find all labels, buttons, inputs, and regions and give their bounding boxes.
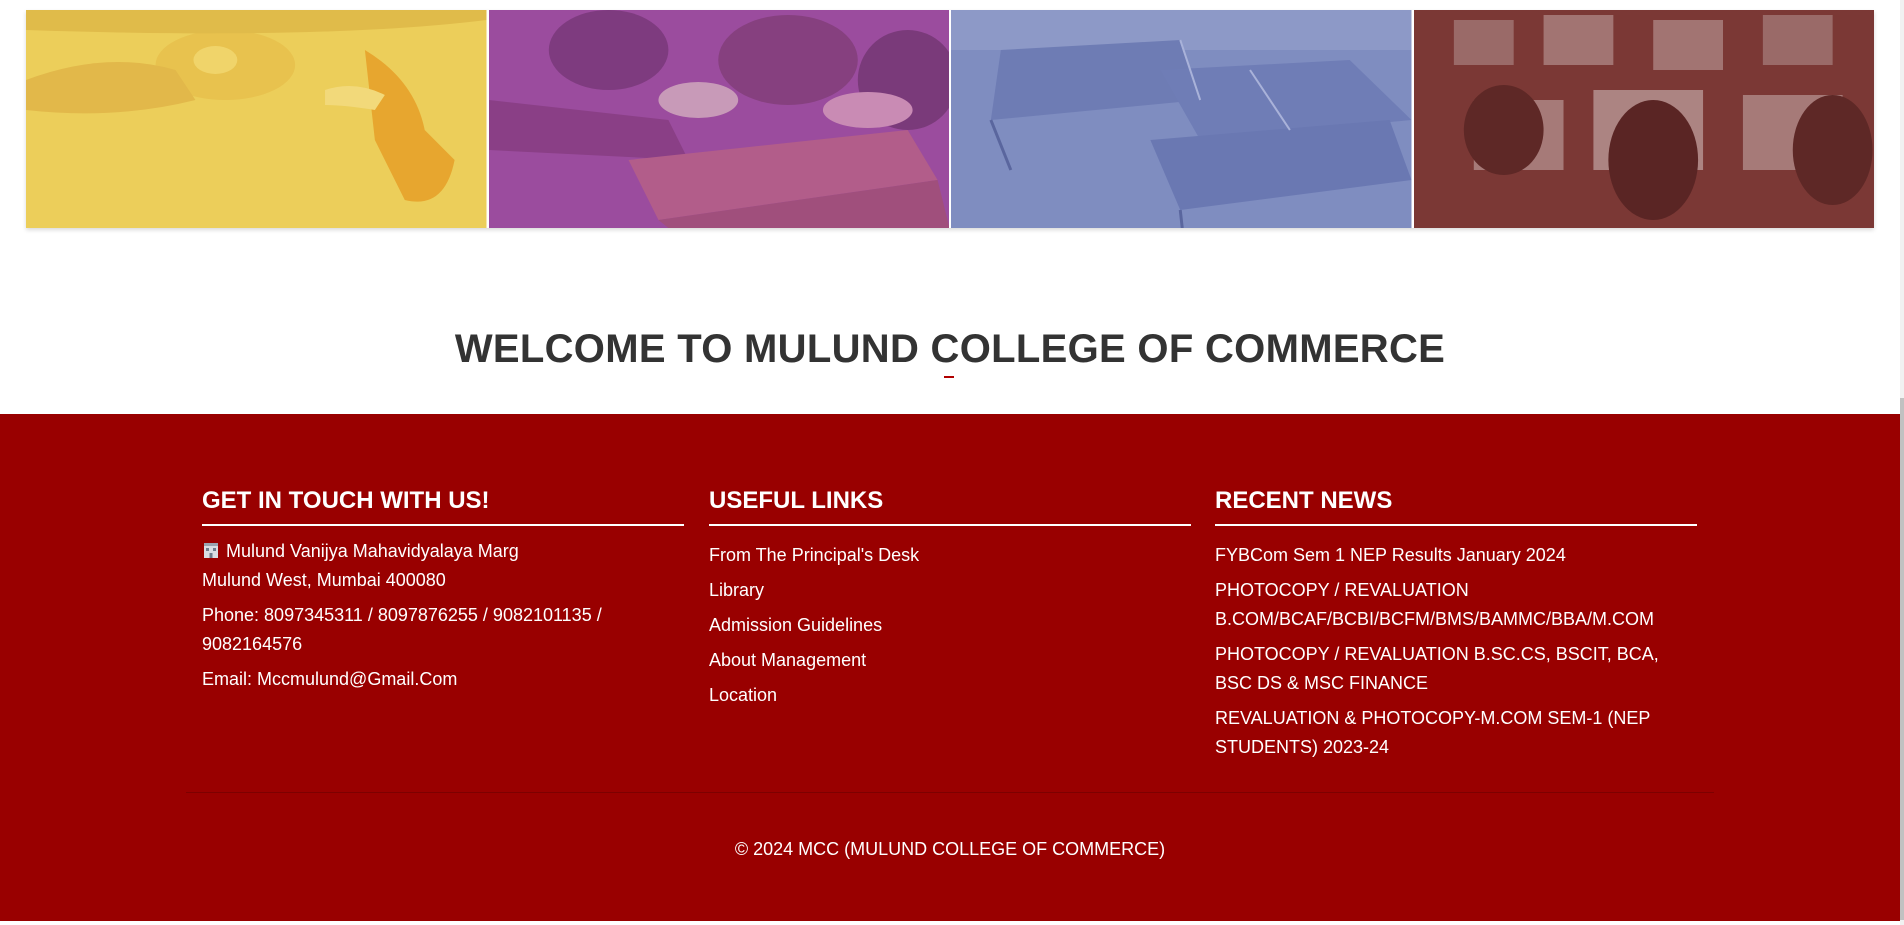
contact-phone: Phone: 8097345311 / 8097876255 / 9082101… — [202, 605, 602, 654]
useful-links-list: From The Principal's Desk Library Admiss… — [709, 541, 1191, 710]
gallery-tile-art-activity[interactable] — [26, 10, 487, 228]
contact-details: Mulund Vanijya Mahavidyalaya Marg Mulund… — [202, 537, 684, 694]
contact-email: Email: Mccmulund@Gmail.Com — [202, 669, 458, 689]
recent-news-list: FYBCom Sem 1 NEP Results January 2024 PH… — [1215, 541, 1697, 762]
page-scrollbar[interactable] — [1900, 0, 1904, 925]
link-about-management[interactable]: About Management — [709, 646, 1191, 675]
building-icon — [204, 543, 218, 558]
link-location[interactable]: Location — [709, 681, 1191, 710]
image-gallery — [26, 10, 1874, 228]
scrollbar-thumb[interactable] — [1900, 398, 1904, 920]
gallery-tile-table-tennis[interactable] — [951, 10, 1412, 228]
address-line-1: Mulund Vanijya Mahavidyalaya Marg — [226, 541, 519, 561]
news-item[interactable]: FYBCom Sem 1 NEP Results January 2024 — [1215, 541, 1697, 570]
news-item[interactable]: REVALUATION & PHOTOCOPY-M.COM SEM-1 (NEP… — [1215, 704, 1697, 762]
address-line-2: Mulund West, Mumbai 400080 — [202, 570, 446, 590]
link-principals-desk[interactable]: From The Principal's Desk — [709, 541, 1191, 570]
footer-contact-column: GET IN TOUCH WITH US! Mulund Vanijya Mah… — [202, 486, 684, 700]
art-activity-image — [26, 10, 487, 228]
footer-news-column: RECENT NEWS FYBCom Sem 1 NEP Results Jan… — [1215, 486, 1697, 768]
news-item[interactable]: PHOTOCOPY / REVALUATION B.COM/BCAF/BCBI/… — [1215, 576, 1697, 634]
students-seated-image — [488, 10, 949, 228]
link-admission-guidelines[interactable]: Admission Guidelines — [709, 611, 1191, 640]
news-item[interactable]: PHOTOCOPY / REVALUATION B.SC.CS, BSCIT, … — [1215, 640, 1697, 698]
table-tennis-image — [951, 10, 1412, 228]
page: WELCOME TO MULUND COLLEGE OF COMMERCE GE… — [0, 0, 1904, 925]
footer-divider — [186, 792, 1714, 793]
welcome-heading: WELCOME TO MULUND COLLEGE OF COMMERCE — [454, 326, 1446, 371]
welcome-underline — [944, 376, 954, 378]
gallery-tile-computer-lab[interactable] — [1413, 10, 1874, 228]
copyright-text: © 2024 MCC (MULUND COLLEGE OF COMMERCE) — [734, 839, 1166, 859]
site-footer: GET IN TOUCH WITH US! Mulund Vanijya Mah… — [0, 414, 1900, 921]
recent-news-heading: RECENT NEWS — [1215, 486, 1697, 526]
footer-links-column: USEFUL LINKS From The Principal's Desk L… — [709, 486, 1191, 716]
gallery-tile-students-seated[interactable] — [488, 10, 949, 228]
useful-links-heading: USEFUL LINKS — [709, 486, 1191, 526]
computer-lab-image — [1413, 10, 1874, 228]
link-library[interactable]: Library — [709, 576, 1191, 605]
contact-heading: GET IN TOUCH WITH US! — [202, 486, 684, 526]
contact-address: Mulund Vanijya Mahavidyalaya Marg Mulund… — [202, 537, 684, 595]
